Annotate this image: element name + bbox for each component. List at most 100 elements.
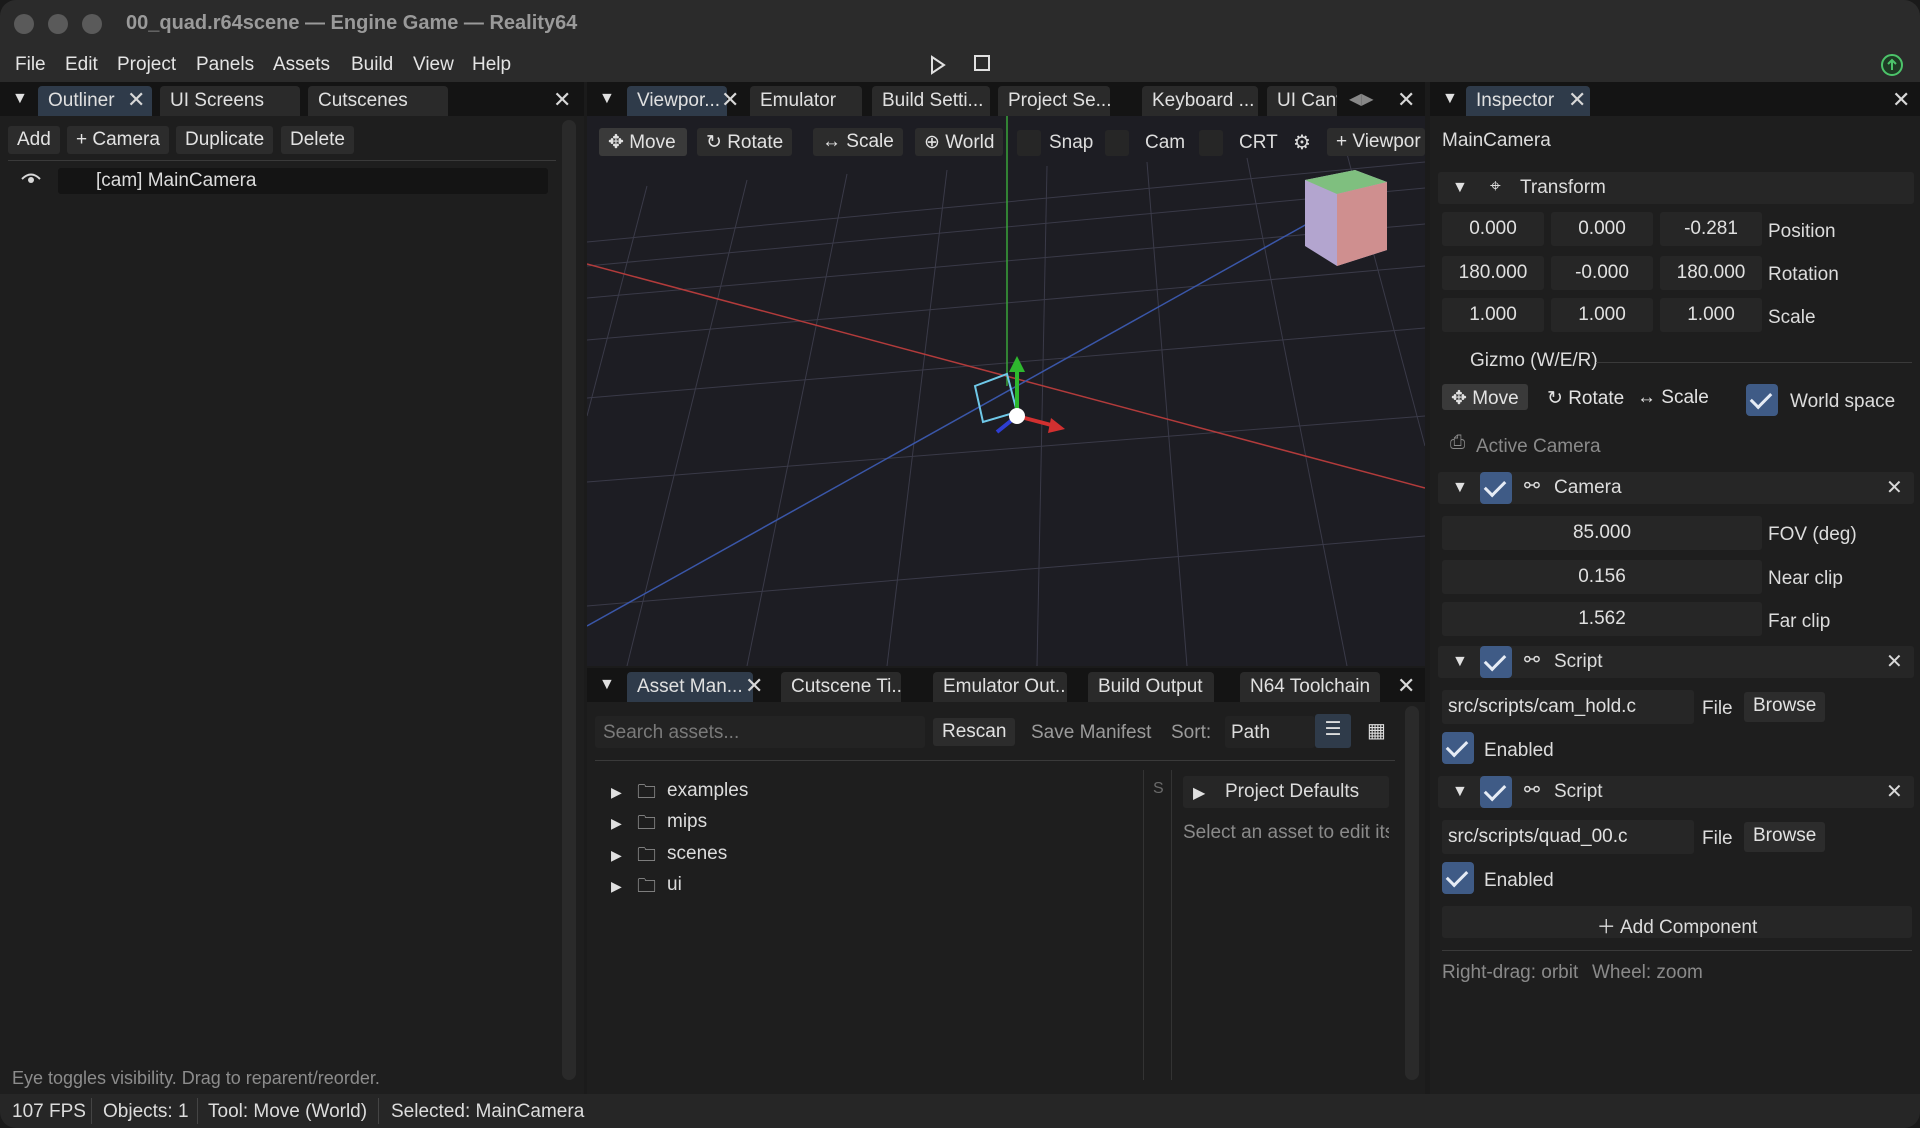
snap-checkbox[interactable] — [1017, 130, 1041, 156]
panel-menu-icon[interactable]: ▼ — [599, 676, 615, 694]
tab-build-settings[interactable]: Build Setti... — [872, 86, 990, 116]
rotation-x-field[interactable]: 180.000 — [1442, 256, 1544, 290]
scale-z-field[interactable]: 1.000 — [1660, 298, 1762, 332]
duplicate-button[interactable]: Duplicate — [176, 126, 274, 154]
remove-component-icon[interactable]: ✕ — [1886, 651, 1903, 673]
rotation-y-field[interactable]: -0.000 — [1551, 256, 1653, 290]
world-space-button[interactable]: ⊕ World — [915, 128, 1004, 156]
tab-emulator[interactable]: Emulator — [750, 86, 862, 116]
orientation-cube[interactable] — [1305, 170, 1387, 266]
far-clip-field[interactable]: 1.562 — [1442, 602, 1762, 636]
add-component-button[interactable]: ＋ Add Component — [1442, 906, 1912, 938]
expand-arrow-icon[interactable]: ▶ — [611, 878, 622, 895]
fov-field[interactable]: 85.000 — [1442, 516, 1762, 550]
near-clip-field[interactable]: 0.156 — [1442, 560, 1762, 594]
menu-build[interactable]: Build — [351, 54, 393, 76]
play-icon[interactable] — [926, 54, 948, 76]
move-tool-button[interactable]: ✥ Move — [599, 128, 687, 156]
search-input[interactable]: Search assets... — [595, 716, 925, 748]
tab-cutscenes[interactable]: Cutscenes — [308, 86, 448, 116]
scale-tool-button[interactable]: ↔ Scale — [813, 128, 903, 156]
viewport-canvas[interactable] — [587, 116, 1425, 666]
script-path-field[interactable]: src/scripts/quad_00.c — [1442, 820, 1694, 854]
menu-edit[interactable]: Edit — [65, 54, 98, 76]
expand-arrow-icon[interactable]: ▶ — [611, 784, 622, 801]
gizmo-rotate-button[interactable]: ↻ Rotate — [1538, 384, 1633, 410]
expand-arrow-icon[interactable]: ▶ — [611, 815, 622, 832]
add-button[interactable]: Add — [8, 126, 60, 154]
tab-scroll-arrows-icon[interactable]: ◀▶ — [1349, 89, 1374, 109]
transform-header[interactable]: ▼ ⌖ Transform — [1438, 172, 1914, 204]
project-defaults-header[interactable]: ▶ Project Defaults — [1183, 776, 1389, 808]
script-path-field[interactable]: src/scripts/cam_hold.c — [1442, 690, 1694, 724]
remove-component-icon[interactable]: ✕ — [1886, 477, 1903, 499]
tab-ui-canvas[interactable]: UI Canv — [1267, 86, 1337, 116]
rescan-button[interactable]: Rescan — [933, 718, 1016, 746]
camera-component-header[interactable]: ▼ ⚯ Camera ✕ — [1438, 472, 1914, 504]
camera-gizmo[interactable] — [973, 356, 1065, 434]
rotation-z-field[interactable]: 180.000 — [1660, 256, 1762, 290]
script-enabled-checkbox[interactable] — [1442, 862, 1474, 894]
panel-menu-icon[interactable]: ▼ — [12, 90, 28, 108]
tab-keyboard[interactable]: Keyboard ... — [1142, 86, 1258, 116]
cam-checkbox[interactable] — [1105, 130, 1129, 156]
scrollbar[interactable] — [1405, 706, 1419, 1080]
crt-checkbox[interactable] — [1199, 130, 1223, 156]
gear-icon[interactable]: ⚙ — [1293, 130, 1311, 155]
list-view-icon[interactable]: ☰ — [1315, 714, 1351, 748]
close-icon[interactable]: ✕ — [1892, 89, 1910, 111]
gizmo-scale-button[interactable]: ↔ Scale — [1628, 384, 1718, 410]
close-icon[interactable]: ✕ — [745, 675, 763, 697]
position-z-field[interactable]: -0.281 — [1660, 212, 1762, 246]
menu-help[interactable]: Help — [472, 54, 511, 76]
close-icon[interactable]: ✕ — [1397, 89, 1415, 111]
close-icon[interactable]: ✕ — [553, 89, 571, 111]
menu-view[interactable]: View — [413, 54, 454, 76]
grid-view-icon[interactable]: ▦ — [1367, 718, 1386, 743]
position-y-field[interactable]: 0.000 — [1551, 212, 1653, 246]
world-space-checkbox[interactable] — [1746, 384, 1778, 416]
close-icon[interactable]: ✕ — [721, 89, 739, 111]
gizmo-move-button[interactable]: ✥ Move — [1442, 384, 1528, 410]
expand-arrow-icon[interactable]: ▶ — [611, 847, 622, 864]
menu-assets[interactable]: Assets — [273, 54, 330, 76]
tab-project-settings[interactable]: Project Se... — [998, 86, 1110, 116]
active-camera-label[interactable]: Active Camera — [1476, 436, 1601, 458]
tab-ui-screens[interactable]: UI Screens — [160, 86, 300, 116]
update-icon[interactable] — [1880, 53, 1904, 77]
add-viewport-button[interactable]: + Viewpor — [1327, 128, 1425, 156]
panel-menu-icon[interactable]: ▼ — [599, 90, 615, 108]
browse-button[interactable]: Browse — [1744, 692, 1826, 722]
file-button[interactable]: File — [1702, 698, 1733, 720]
scale-x-field[interactable]: 1.000 — [1442, 298, 1544, 332]
remove-component-icon[interactable]: ✕ — [1886, 781, 1903, 803]
tab-emulator-output[interactable]: Emulator Out... — [933, 672, 1067, 702]
browse-button[interactable]: Browse — [1744, 822, 1826, 852]
script-enabled-checkbox[interactable] — [1480, 646, 1512, 678]
tab-n64-toolchain[interactable]: N64 Toolchain — [1240, 672, 1380, 702]
close-icon[interactable]: ✕ — [127, 89, 145, 111]
tab-build-output[interactable]: Build Output — [1088, 672, 1214, 702]
script-component-header[interactable]: ▼ ⚯ Script ✕ — [1438, 646, 1914, 678]
add-camera-button[interactable]: + Camera — [67, 126, 169, 154]
close-icon[interactable]: ✕ — [1397, 675, 1415, 697]
close-icon[interactable]: ✕ — [1568, 89, 1586, 111]
minimize-window-button[interactable] — [48, 14, 68, 34]
script-enabled-checkbox[interactable] — [1480, 776, 1512, 808]
position-x-field[interactable]: 0.000 — [1442, 212, 1544, 246]
menu-project[interactable]: Project — [117, 54, 176, 76]
script-enabled-checkbox[interactable] — [1442, 732, 1474, 764]
close-window-button[interactable] — [14, 14, 34, 34]
tab-viewport[interactable]: Viewpor... — [627, 86, 727, 116]
eye-icon[interactable] — [20, 170, 42, 186]
panel-menu-icon[interactable]: ▼ — [1442, 90, 1458, 108]
zoom-window-button[interactable] — [82, 14, 102, 34]
scale-y-field[interactable]: 1.000 — [1551, 298, 1653, 332]
menu-panels[interactable]: Panels — [196, 54, 254, 76]
stop-icon[interactable] — [972, 53, 992, 73]
sort-select[interactable]: Path — [1225, 716, 1315, 748]
rotate-tool-button[interactable]: ↻ Rotate — [697, 128, 793, 156]
menu-file[interactable]: File — [15, 54, 46, 76]
script-component-header[interactable]: ▼ ⚯ Script ✕ — [1438, 776, 1914, 808]
delete-button[interactable]: Delete — [281, 126, 354, 154]
